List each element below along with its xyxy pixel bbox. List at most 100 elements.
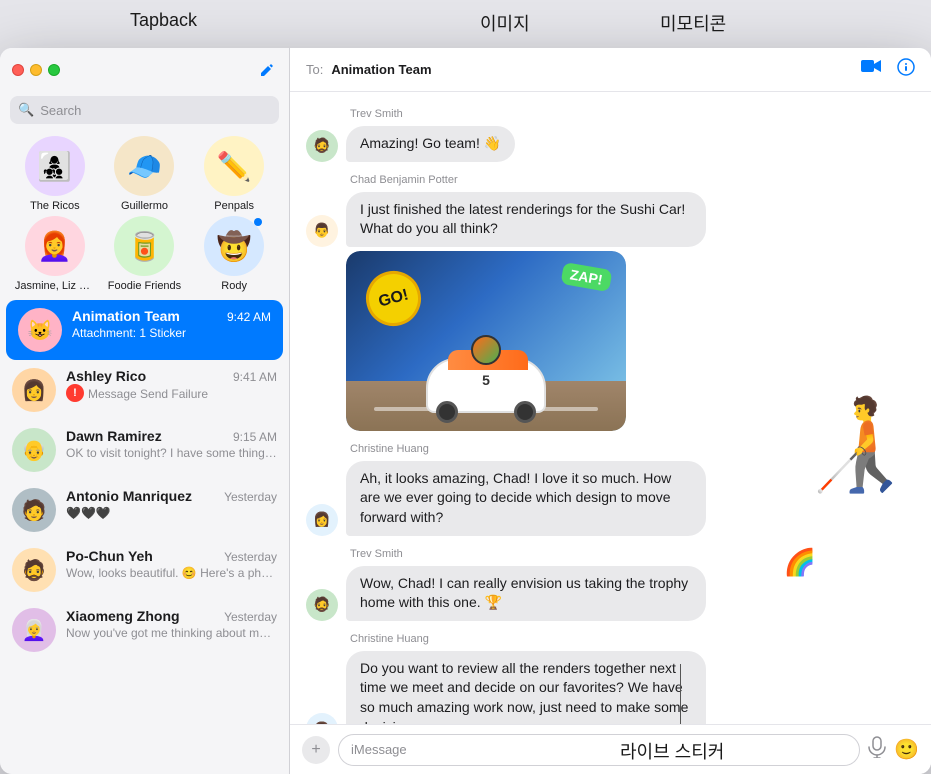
msg-row-trev-2: 🧔 Wow, Chad! I can really envision us ta…: [306, 566, 915, 621]
msg-sender-christine-2: Christine Huang: [350, 633, 915, 645]
image-annotation: 이미지: [480, 10, 530, 36]
conv-time-pochun: Yesterday: [224, 550, 277, 564]
conv-time-antonio: Yesterday: [224, 490, 277, 504]
conv-avatar-ashley-rico: 👩: [12, 368, 56, 412]
msg-bubble-chad-text: I just finished the latest renderings fo…: [346, 192, 706, 247]
msg-avatar-chad: 👨: [306, 215, 338, 247]
pinned-contact-penpals[interactable]: ✏️ Penpals: [194, 136, 274, 212]
chat-recipient: Animation Team: [331, 62, 431, 77]
msg-avatar-trev-1: 🧔: [306, 130, 338, 162]
pinned-contact-foodie-friends[interactable]: 🥫 Foodie Friends: [104, 216, 184, 292]
msg-row-chad-text: 👨 I just finished the latest renderings …: [306, 192, 915, 247]
msg-sender-chad: Chad Benjamin Potter: [350, 174, 915, 186]
msg-group-trev-2: Trev Smith 🧔 Wow, Chad! I can really env…: [306, 548, 915, 621]
emoji-picker-button[interactable]: 🙂: [894, 737, 919, 762]
conv-avatar-xiaomeng: 👩‍🦳: [12, 608, 56, 652]
chat-panel: To: Animation Team: [290, 48, 931, 774]
msg-sender-trev-1: Trev Smith: [350, 108, 915, 120]
message-input[interactable]: iMessage: [338, 734, 860, 766]
conv-avatar-animation-team: 😺: [18, 308, 62, 352]
conv-preview-ashley-rico: Message Send Failure: [88, 387, 208, 401]
conv-content-ashley-rico: Ashley Rico 9:41 AM ! Message Send Failu…: [66, 368, 277, 402]
msg-avatar-christine-2: 👩: [306, 713, 338, 724]
msg-group-christine-2: Christine Huang 👩 Do you want to review …: [306, 633, 915, 724]
sushi-car-graphic: 5 GO! ZAP!: [346, 251, 626, 431]
conv-item-ashley-rico[interactable]: 👩 Ashley Rico 9:41 AM ! Message Send Fai…: [0, 360, 289, 420]
audio-record-button[interactable]: [868, 736, 886, 763]
conv-item-xiaomeng-zhong[interactable]: 👩‍🦳 Xiaomeng Zhong Yesterday Now you've …: [0, 600, 289, 660]
msg-bubble-trev-2: Wow, Chad! I can really envision us taki…: [346, 566, 706, 621]
zoom-sticker: ZAP!: [561, 262, 613, 292]
rody-unread-dot: [254, 218, 262, 226]
conversation-list: 😺 Animation Team 9:42 AM Attachment: 1 S…: [0, 300, 289, 774]
conv-preview-pochun: Wow, looks beautiful. 😊 Here's a photo o…: [66, 566, 277, 580]
tapback-annotation: Tapback: [130, 10, 197, 31]
pinned-contacts: 👩‍👧‍👦 The Ricos 🧢 Guillermo ✏️ Pe: [0, 132, 289, 300]
conv-avatar-dawn-ramirez: 👴: [12, 428, 56, 472]
maximize-button[interactable]: [48, 64, 60, 76]
add-attachment-button[interactable]: +: [302, 736, 330, 764]
conv-name-dawn-ramirez: Dawn Ramirez: [66, 428, 162, 444]
conv-name-animation-team: Animation Team: [72, 308, 180, 324]
conv-avatar-pochun: 🧔: [12, 548, 56, 592]
conv-preview-dawn-ramirez: OK to visit tonight? I have some things …: [66, 446, 277, 460]
msg-row-trev-1: 🧔 Amazing! Go team! 👋: [306, 126, 915, 162]
chat-titlebar: To: Animation Team: [290, 48, 931, 92]
pinned-name-foodie-friends: Foodie Friends: [104, 280, 184, 292]
pinned-contact-rody[interactable]: 🤠 Rody: [194, 216, 274, 292]
conv-preview-animation-team: Attachment: 1 Sticker: [72, 326, 271, 340]
pinned-name-the-ricos: The Ricos: [15, 200, 95, 212]
pinned-row-1: 👩‍👧‍👦 The Ricos 🧢 Guillermo ✏️ Pe: [0, 136, 289, 212]
msg-sender-christine-1: Christine Huang: [350, 443, 915, 455]
conv-content-dawn-ramirez: Dawn Ramirez 9:15 AM OK to visit tonight…: [66, 428, 277, 460]
conv-item-animation-team[interactable]: 😺 Animation Team 9:42 AM Attachment: 1 S…: [6, 300, 283, 360]
app-window: 🔍 Search 👩‍👧‍👦 The Ricos 🧢 Guille: [0, 48, 931, 774]
conv-item-antonio-manriquez[interactable]: 🧑 Antonio Manriquez Yesterday 🖤🖤🖤: [0, 480, 289, 540]
avatar-foodie-friends: 🥫: [114, 216, 174, 276]
search-placeholder: Search: [40, 103, 81, 118]
chat-to-label: To:: [306, 62, 323, 77]
search-bar[interactable]: 🔍 Search: [10, 96, 279, 124]
avatar-penpals: ✏️: [204, 136, 264, 196]
close-button[interactable]: [12, 64, 24, 76]
avatar-the-ricos: 👩‍👧‍👦: [25, 136, 85, 196]
minimize-button[interactable]: [30, 64, 42, 76]
conv-name-pochun: Po-Chun Yeh: [66, 548, 153, 564]
error-indicator-ashley-rico: !: [66, 384, 84, 402]
pinned-contact-the-ricos[interactable]: 👩‍👧‍👦 The Ricos: [15, 136, 95, 212]
conv-content-antonio: Antonio Manriquez Yesterday 🖤🖤🖤: [66, 488, 277, 520]
pinned-contact-guillermo[interactable]: 🧢 Guillermo: [104, 136, 184, 212]
conv-time-animation-team: 9:42 AM: [227, 310, 271, 324]
pinned-name-rody: Rody: [194, 280, 274, 292]
pinned-contact-jasmine-liz[interactable]: 👩‍🦰 Jasmine, Liz &...: [15, 216, 95, 292]
conv-item-pochun-yeh[interactable]: 🧔 Po-Chun Yeh Yesterday Wow, looks beaut…: [0, 540, 289, 600]
msg-row-christine-2: 👩 Do you want to review all the renders …: [306, 651, 915, 724]
pinned-name-jasmine-liz: Jasmine, Liz &...: [15, 280, 95, 292]
video-call-button[interactable]: [861, 58, 881, 81]
conv-time-dawn-ramirez: 9:15 AM: [233, 430, 277, 444]
traffic-lights: [12, 64, 60, 76]
conv-content-xiaomeng: Xiaomeng Zhong Yesterday Now you've got …: [66, 608, 277, 640]
conv-preview-xiaomeng: Now you've got me thinking about my next…: [66, 626, 277, 640]
msg-bubble-christine-1: Ah, it looks amazing, Chad! I love it so…: [346, 461, 706, 536]
search-icon: 🔍: [18, 102, 34, 118]
conv-time-ashley-rico: 9:41 AM: [233, 370, 277, 384]
avatar-guillermo: 🧢: [114, 136, 174, 196]
sidebar: 🔍 Search 👩‍👧‍👦 The Ricos 🧢 Guille: [0, 48, 290, 774]
info-button[interactable]: [897, 58, 915, 81]
sidebar-titlebar: [0, 48, 289, 92]
conv-time-xiaomeng: Yesterday: [224, 610, 277, 624]
input-bar: + iMessage 🙂: [290, 724, 931, 774]
msg-group-trev-1: Trev Smith 🧔 Amazing! Go team! 👋: [306, 108, 915, 162]
messages-area[interactable]: Trev Smith 🧔 Amazing! Go team! 👋 Chad Be…: [290, 92, 931, 724]
go-sticker: GO!: [360, 265, 427, 332]
msg-bubble-trev-1: Amazing! Go team! 👋: [346, 126, 515, 162]
msg-avatar-trev-2: 🧔: [306, 589, 338, 621]
msg-group-chad: Chad Benjamin Potter 👨 I just finished t…: [306, 174, 915, 431]
conv-name-xiaomeng: Xiaomeng Zhong: [66, 608, 180, 624]
conv-item-dawn-ramirez[interactable]: 👴 Dawn Ramirez 9:15 AM OK to visit tonig…: [0, 420, 289, 480]
memoticon-annotation: 미모티콘: [660, 10, 726, 36]
compose-button[interactable]: [257, 60, 277, 80]
msg-row-christine-1: 👩 Ah, it looks amazing, Chad! I love it …: [306, 461, 915, 536]
pinned-name-penpals: Penpals: [194, 200, 274, 212]
